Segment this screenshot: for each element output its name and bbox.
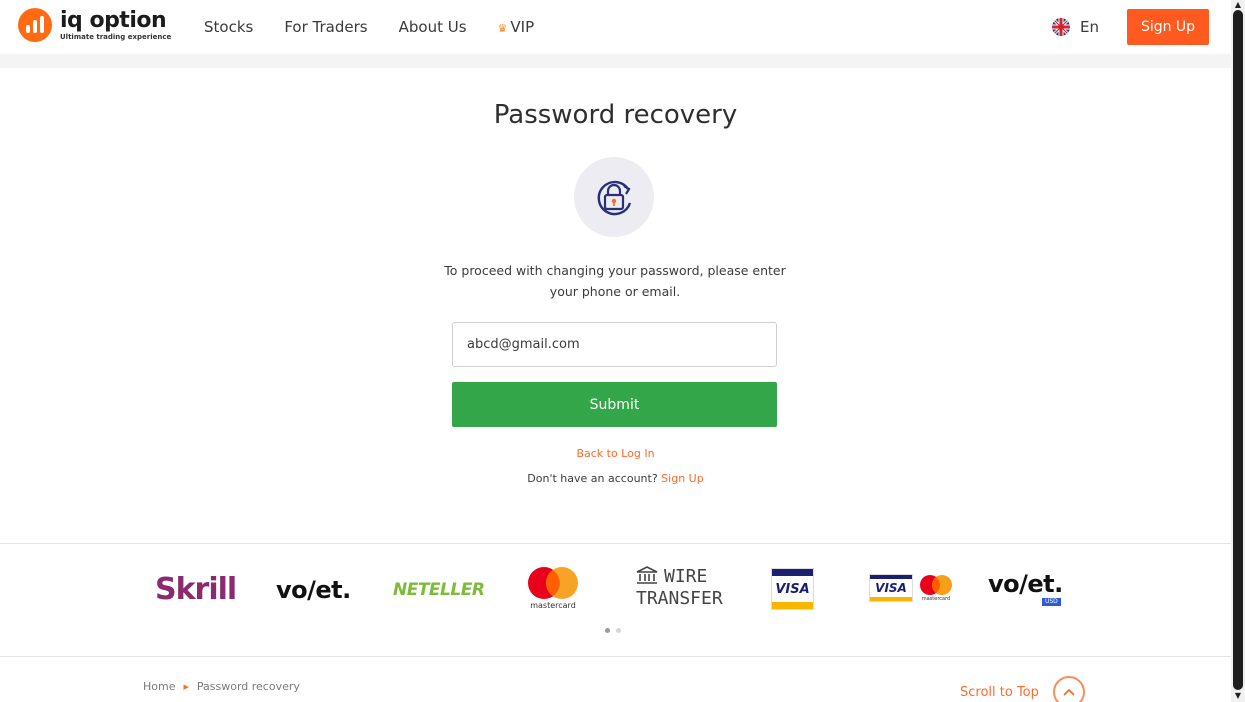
wire-line-1: WIRE [636,566,707,588]
volet-logo-2: vo/et. [988,570,1063,598]
breadcrumb-current: Password recovery [196,680,300,693]
breadcrumb: Home ▶ Password recovery [143,680,300,693]
mastercard-logo: mastercard [526,566,580,610]
nav-vip[interactable]: ♛ VIP [498,18,535,36]
chevron-up-icon[interactable] [1052,676,1085,702]
visa-label: VISA [775,581,810,597]
breadcrumb-separator-icon: ▶ [183,682,189,691]
scroll-to-top-button[interactable]: Scroll to Top [960,676,1085,702]
scroll-down-arrow-icon[interactable]: ▼ [1233,691,1243,701]
header-divider [0,54,1231,68]
scrollbar[interactable]: ▲ ▼ [1231,0,1245,702]
mastercard-icon [528,567,578,599]
payment-methods: Skrill vo/et. NETELLER mastercard WIRE T… [0,544,1231,656]
scroll-up-arrow-icon[interactable]: ▲ [1233,0,1243,10]
nav-stocks[interactable]: Stocks [204,18,253,36]
carousel-dots [605,628,621,633]
nav-vip-label: VIP [510,18,535,36]
signup-button[interactable]: Sign Up [1127,9,1209,45]
site-header: iq option Ultimate trading experience St… [0,0,1231,54]
skrill-logo: Skrill [155,572,237,607]
main-nav: Stocks For Traders About Us ♛ VIP [204,18,565,36]
divider [0,656,1231,657]
nav-about-us[interactable]: About Us [399,18,467,36]
usd-badge: USD [1041,598,1061,606]
visa-mastercard-logo: VISA mastercard [869,574,953,602]
visa-label-2: VISA [875,581,907,595]
visa-card-logo: VISA [771,568,814,610]
bank-icon [636,566,658,584]
uk-flag-icon [1052,18,1070,36]
logo[interactable]: iq option Ultimate trading experience [18,8,171,42]
instructions-text: To proceed with changing your password, … [444,263,786,299]
submit-button[interactable]: Submit [452,382,777,427]
wire-transfer-logo: WIRE TRANSFER [636,566,723,610]
bar-chart-logo-icon [18,8,52,42]
scrollbar-thumb[interactable] [1233,10,1243,690]
no-account-text: Don't have an account? [527,472,658,485]
page-title: Password recovery [493,100,738,130]
logo-tagline: Ultimate trading experience [60,32,172,41]
language-selector[interactable]: En [1052,18,1099,36]
language-label: En [1080,18,1099,36]
back-to-login-link[interactable]: Back to Log In [0,447,1231,460]
crown-icon: ♛ [497,22,508,35]
logo-name: iq option [60,7,167,33]
no-account-prompt: Don't have an account? Sign Up [0,472,1231,485]
lock-refresh-icon [574,157,654,237]
signup-link[interactable]: Sign Up [661,472,704,485]
carousel-dot-active[interactable] [605,628,610,633]
email-field[interactable] [452,322,777,367]
carousel-dot[interactable] [616,628,621,633]
neteller-logo: NETELLER [393,580,485,600]
mastercard-label-2: mastercard [921,596,951,602]
scroll-to-top-label: Scroll to Top [960,684,1039,700]
nav-for-traders[interactable]: For Traders [284,18,367,36]
volet-logo: vo/et. [276,576,351,604]
breadcrumb-home[interactable]: Home [143,680,175,693]
wire-label: WIRE [664,566,708,587]
mastercard-label: mastercard [530,601,576,610]
volet-usd-logo: vo/et. USD [988,570,1063,606]
transfer-label: TRANSFER [636,588,723,609]
mastercard-small-icon [920,575,952,595]
